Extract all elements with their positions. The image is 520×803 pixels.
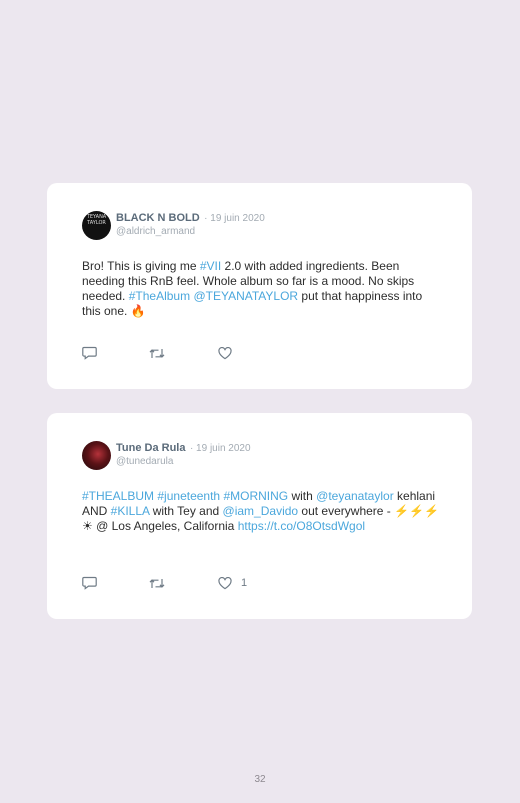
tweet-text: Bro! This is giving me #VII 2.0 with add… (82, 259, 442, 319)
retweet-icon (149, 348, 165, 358)
tweet-header: Tune Da Rula · 19 juin 2020 @tunedarula (116, 441, 251, 468)
tweet-link[interactable]: https://t.co/O8OtsdWgol (238, 519, 365, 533)
reply-icon (82, 346, 97, 360)
tweet-date[interactable]: · 19 juin 2020 (190, 443, 251, 454)
avatar[interactable] (82, 441, 111, 470)
tweet-link[interactable]: #VII (200, 259, 221, 273)
tweet-link[interactable]: #TheAlbum (129, 289, 190, 303)
reply-button[interactable] (82, 575, 97, 591)
retweet-button[interactable] (149, 345, 165, 361)
tweet-actions (82, 345, 282, 361)
like-button[interactable] (218, 345, 241, 361)
tweet-link[interactable]: #KILLA (111, 504, 150, 518)
tweet-text-segment: with (288, 489, 317, 503)
author-name[interactable]: Tune Da Rula (116, 442, 185, 454)
heart-icon (218, 346, 232, 359)
reply-icon (82, 576, 97, 590)
tweet-actions: 1 (82, 575, 282, 591)
heart-icon (218, 576, 232, 589)
like-button[interactable]: 1 (218, 575, 247, 591)
reply-button[interactable] (82, 345, 97, 361)
tweet-link[interactable]: @TEYANATAYLOR (193, 289, 298, 303)
tweet-card[interactable]: Tune Da Rula · 19 juin 2020 @tunedarula … (47, 413, 472, 619)
author-handle[interactable]: @tunedarula (116, 456, 251, 468)
tweet-link[interactable]: @teyanataylor (316, 489, 394, 503)
retweet-button[interactable] (149, 575, 165, 591)
tweet-link[interactable]: #juneteenth (157, 489, 220, 503)
tweet-link[interactable]: @iam_Davido (223, 504, 299, 518)
tweet-text-segment: Bro! This is giving me (82, 259, 200, 273)
tweet-link[interactable]: #THEALBUM (82, 489, 154, 503)
tweet-card[interactable]: TEYANA TAYLOR BLACK N BOLD · 19 juin 202… (47, 183, 472, 389)
tweet-date[interactable]: · 19 juin 2020 (204, 213, 265, 224)
retweet-icon (149, 578, 165, 588)
like-count: 1 (241, 577, 248, 589)
tweet-link[interactable]: #MORNING (223, 489, 288, 503)
avatar[interactable]: TEYANA TAYLOR (82, 211, 111, 240)
author-handle[interactable]: @aldrich_armand (116, 226, 265, 238)
page-number: 32 (254, 774, 266, 785)
tweet-header: BLACK N BOLD · 19 juin 2020 @aldrich_arm… (116, 211, 265, 238)
avatar-text: TEYANA TAYLOR (86, 214, 107, 226)
author-name[interactable]: BLACK N BOLD (116, 212, 200, 224)
tweet-text-segment: with Tey and (149, 504, 223, 518)
tweet-text: #THEALBUM #juneteenth #MORNING with @tey… (82, 489, 442, 534)
